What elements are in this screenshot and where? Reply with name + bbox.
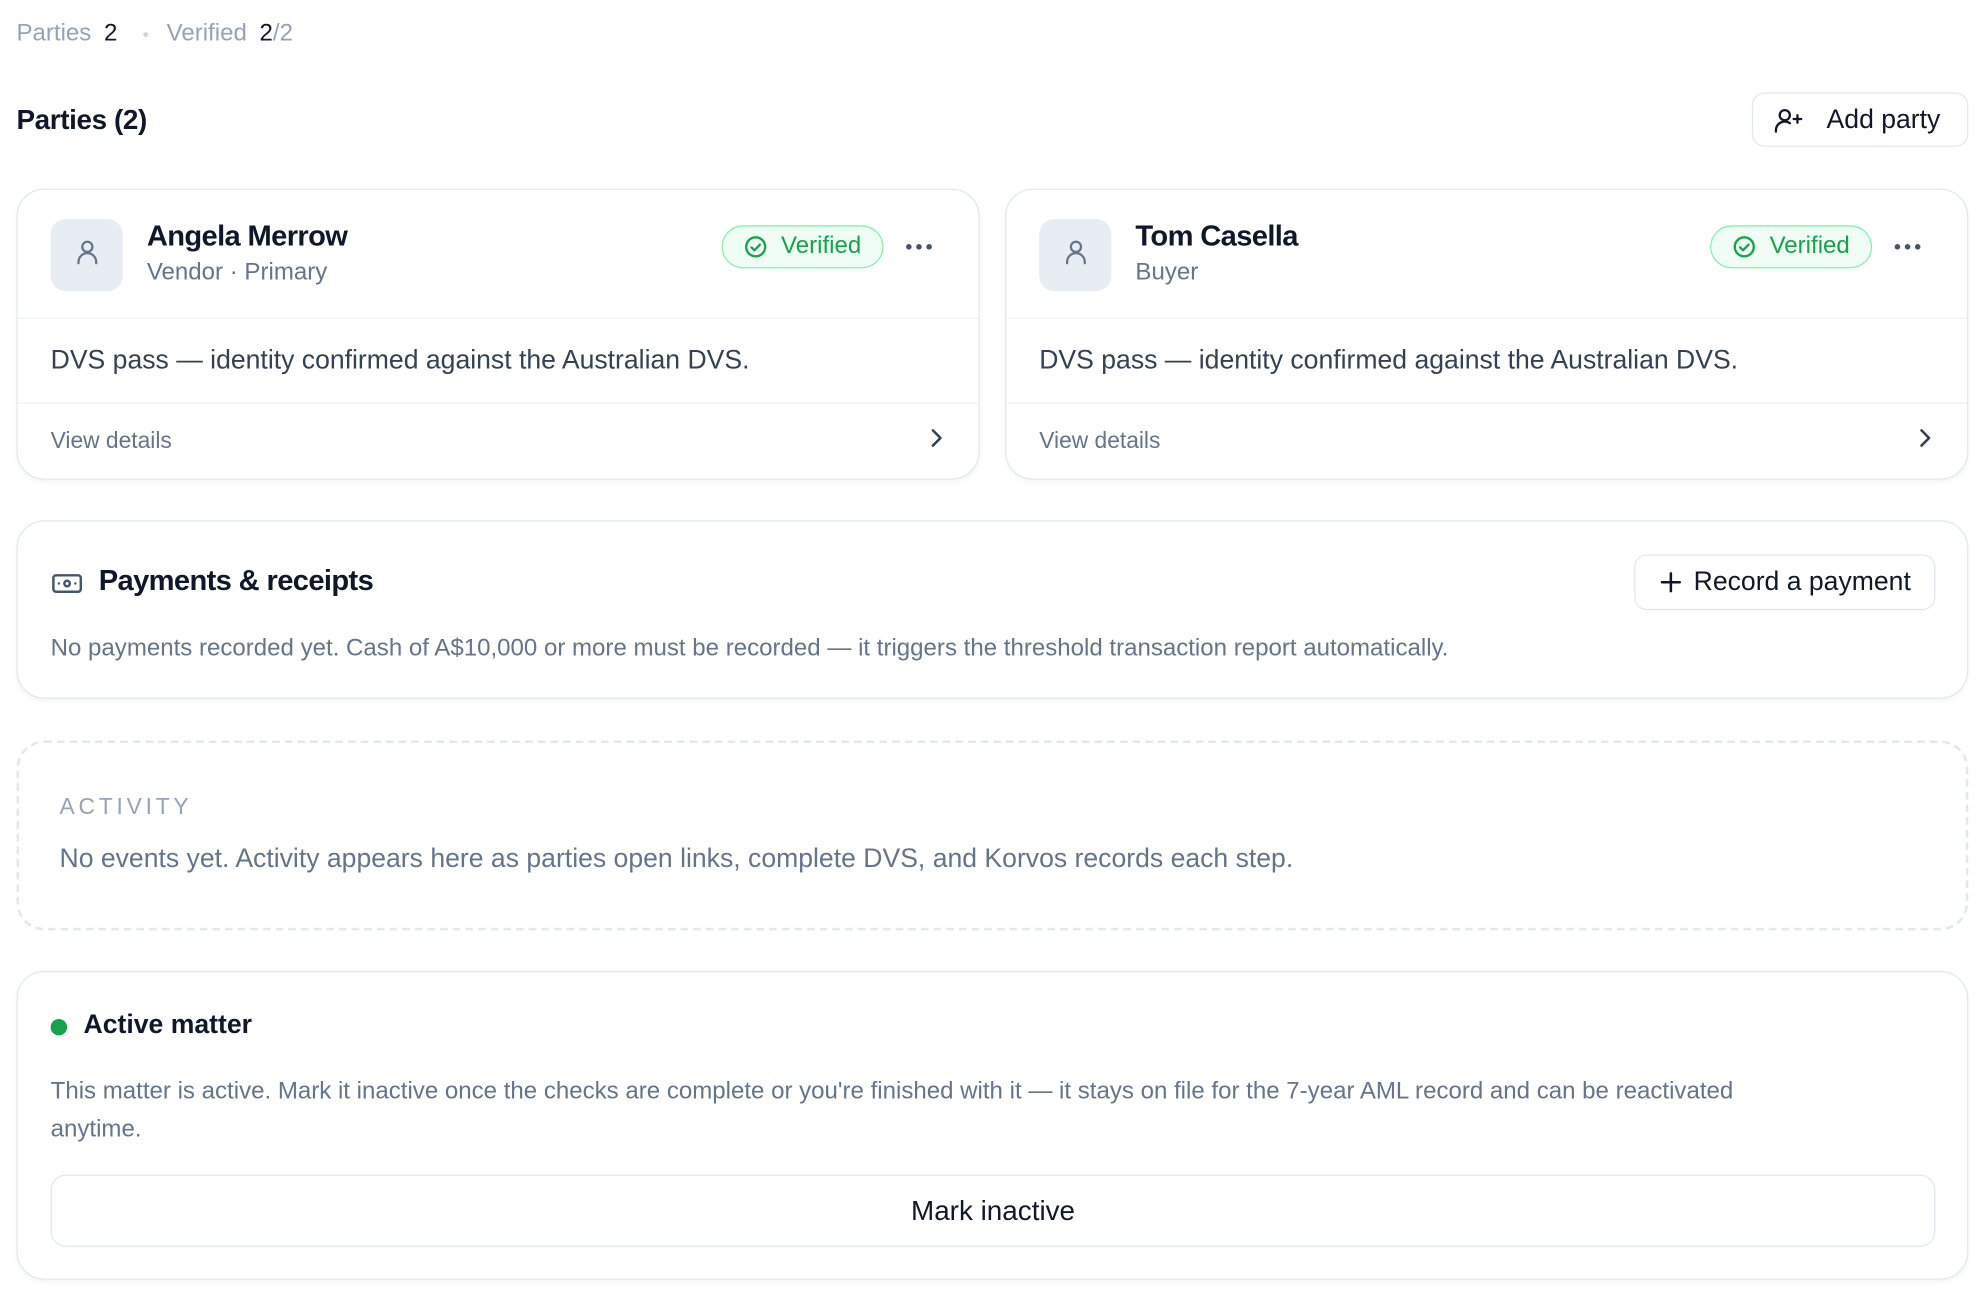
summary-stats: Parties 2 • Verified 2 / 2 bbox=[16, 18, 292, 51]
verified-stat-slash: / bbox=[272, 20, 280, 47]
verified-stat-total: 2 bbox=[279, 20, 293, 47]
activity-empty-text: No events yet. Activity appears here as … bbox=[59, 844, 1294, 874]
separator-dot: • bbox=[142, 24, 149, 45]
chevron-right-icon bbox=[1916, 427, 1934, 456]
party-card: Tom Casella Buyer Verified DVS pass — id… bbox=[1005, 188, 1969, 480]
party-card-header: Angela Merrow Vendor · Primary Verified bbox=[17, 190, 979, 319]
user-icon bbox=[72, 237, 102, 274]
party-name: Angela Merrow bbox=[146, 218, 348, 252]
avatar bbox=[1039, 218, 1112, 292]
add-party-label: Add party bbox=[1826, 104, 1941, 134]
activity-panel: ACTIVITY No events yet. Activity appears… bbox=[16, 740, 1969, 931]
add-party-button[interactable]: Add party bbox=[1751, 92, 1969, 147]
status-badge: Verified bbox=[721, 225, 884, 269]
party-role: Vendor · Primary bbox=[146, 259, 328, 287]
view-details-label: View details bbox=[1039, 427, 1161, 454]
party-name: Tom Casella bbox=[1135, 218, 1298, 252]
view-details-link[interactable]: View details bbox=[18, 404, 979, 479]
record-payment-label: Record a payment bbox=[1693, 567, 1911, 597]
payments-title: Payments & receipts bbox=[98, 563, 374, 597]
more-options-button[interactable] bbox=[1889, 228, 1927, 266]
user-icon bbox=[1060, 237, 1090, 274]
banknote-icon bbox=[51, 567, 84, 600]
more-options-button[interactable] bbox=[900, 228, 938, 266]
activity-label: ACTIVITY bbox=[59, 793, 193, 819]
payments-empty-text: No payments recorded yet. Cash of A$10,0… bbox=[50, 635, 1449, 663]
parties-stat-value: 2 bbox=[103, 20, 118, 47]
verified-stat-label: Verified bbox=[166, 20, 247, 47]
chevron-right-icon bbox=[928, 427, 946, 456]
matter-status-card: Active matter This matter is active. Mar… bbox=[16, 970, 1969, 1280]
plus-icon bbox=[1658, 570, 1683, 595]
user-plus-icon bbox=[1773, 104, 1803, 134]
check-circle-icon bbox=[1732, 234, 1757, 259]
view-details-link[interactable]: View details bbox=[1006, 404, 1967, 479]
status-badge-label: Verified bbox=[780, 232, 862, 260]
parties-section-title: Parties (2) bbox=[16, 103, 147, 136]
active-status-dot bbox=[50, 1018, 68, 1036]
record-payment-button[interactable]: Record a payment bbox=[1634, 554, 1936, 611]
payments-card: Payments & receipts Record a payment No … bbox=[16, 520, 1969, 699]
more-horizontal-icon bbox=[1892, 235, 1922, 258]
party-role: Buyer bbox=[1135, 259, 1199, 287]
more-horizontal-icon bbox=[904, 235, 934, 258]
party-verification-note: DVS pass — identity confirmed against th… bbox=[1006, 319, 1968, 404]
mark-inactive-button[interactable]: Mark inactive bbox=[50, 1174, 1936, 1247]
matter-status-description: This matter is active. Mark it inactive … bbox=[50, 1078, 1734, 1144]
verified-stat-value: 2 bbox=[259, 20, 273, 47]
avatar bbox=[50, 218, 123, 292]
status-badge-label: Verified bbox=[1769, 232, 1850, 260]
party-card-header: Tom Casella Buyer Verified bbox=[1006, 190, 1968, 319]
party-card: Angela Merrow Vendor · Primary Verified … bbox=[16, 188, 980, 480]
matter-status-title: Active matter bbox=[83, 1010, 252, 1040]
party-verification-note: DVS pass — identity confirmed against th… bbox=[17, 319, 979, 404]
view-details-label: View details bbox=[50, 427, 172, 454]
check-circle-icon bbox=[743, 234, 768, 259]
status-badge: Verified bbox=[1710, 225, 1873, 269]
parties-stat-label: Parties bbox=[16, 20, 92, 47]
matter-page: Parties 2 • Verified 2 / 2 Parties (2) A… bbox=[0, 0, 1984, 1296]
